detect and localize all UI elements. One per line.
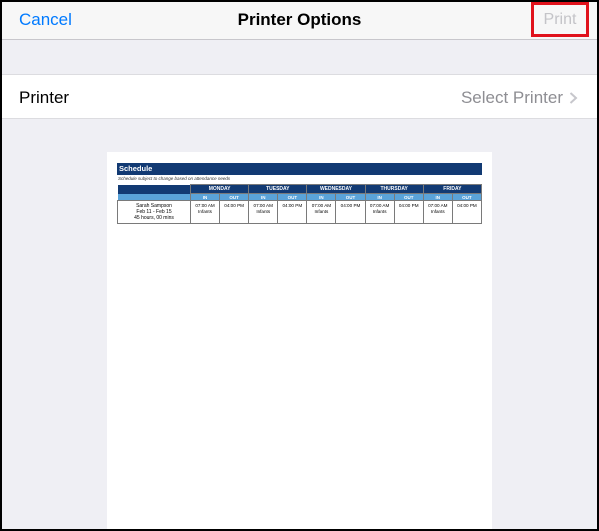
room-label: Infants <box>372 208 387 214</box>
in-header: IN <box>189 193 221 201</box>
room-label: Infants <box>198 208 212 214</box>
day-header: THURSDAY <box>364 184 424 194</box>
in-time-cell: 07:00 AM Infants <box>422 200 453 224</box>
in-time-cell: 07:00 AM Infants <box>364 200 395 224</box>
out-time-cell: 04:00 PM <box>335 200 366 224</box>
out-time-cell: 04:00 PM <box>219 200 250 224</box>
day-header-row: MONDAY TUESDAY WEDNESDAY THURSDAY FRIDAY <box>117 184 483 194</box>
day-header: WEDNESDAY <box>306 184 366 194</box>
out-time: 04:00 PM <box>224 203 244 208</box>
in-time-cell: 07:00 AM Infants <box>189 200 221 224</box>
out-header: OUT <box>219 193 250 201</box>
out-header: OUT <box>451 193 483 201</box>
room-label: Infants <box>256 208 271 214</box>
in-time: 07:00 AM <box>195 203 215 208</box>
navigation-bar: Cancel Printer Options Print <box>2 2 597 40</box>
day-header: TUESDAY <box>248 184 308 194</box>
printer-select-row[interactable]: Printer Select Printer <box>2 74 597 119</box>
schedule-header: Schedule <box>117 163 482 175</box>
out-time: 04:00 PM <box>340 203 361 208</box>
out-header: OUT <box>335 193 366 201</box>
out-header: OUT <box>277 193 308 201</box>
day-header: MONDAY <box>189 184 250 194</box>
chevron-right-icon <box>569 92 578 104</box>
out-time: 04:00 PM <box>282 203 303 208</box>
page-title: Printer Options <box>237 10 362 29</box>
room-label: Infants <box>430 208 445 214</box>
out-header: OUT <box>393 193 424 201</box>
corner-cell <box>117 193 191 201</box>
day-header: FRIDAY <box>422 184 483 194</box>
printer-value: Select Printer <box>460 88 563 107</box>
table-row: Sarah Sampson Feb 11 - Feb 15 45 hours, … <box>117 200 483 224</box>
in-header: IN <box>422 193 453 201</box>
out-time-cell: 04:00 PM <box>451 200 483 224</box>
out-time-cell: 04:00 PM <box>393 200 424 224</box>
employee-total-hours: 45 hours, 00 mins <box>134 215 174 221</box>
print-preview-page[interactable]: Schedule Schedule subject to change base… <box>107 152 492 529</box>
in-header: IN <box>364 193 395 201</box>
out-time: 04:00 PM <box>457 203 477 208</box>
printer-label: Printer <box>19 88 70 107</box>
print-button[interactable]: Print <box>531 2 589 37</box>
out-time: 04:00 PM <box>398 203 419 208</box>
in-header: IN <box>248 193 279 201</box>
in-time: 07:00 AM <box>428 203 448 208</box>
in-out-header-row: IN OUT IN OUT IN OUT IN OUT IN OUT <box>117 193 483 201</box>
employee-cell: Sarah Sampson Feb 11 - Feb 15 45 hours, … <box>117 200 191 224</box>
in-time-cell: 07:00 AM Infants <box>248 200 279 224</box>
schedule-table: MONDAY TUESDAY WEDNESDAY THURSDAY FRIDAY… <box>117 184 483 224</box>
room-label: Infants <box>314 208 329 214</box>
out-time-cell: 04:00 PM <box>277 200 308 224</box>
in-header: IN <box>306 193 337 201</box>
corner-cell <box>117 184 191 194</box>
printer-options-screen: Cancel Printer Options Print Printer Sel… <box>2 2 597 529</box>
in-time-cell: 07:00 AM Infants <box>306 200 337 224</box>
schedule-note: Schedule subject to change based on atte… <box>118 176 231 181</box>
